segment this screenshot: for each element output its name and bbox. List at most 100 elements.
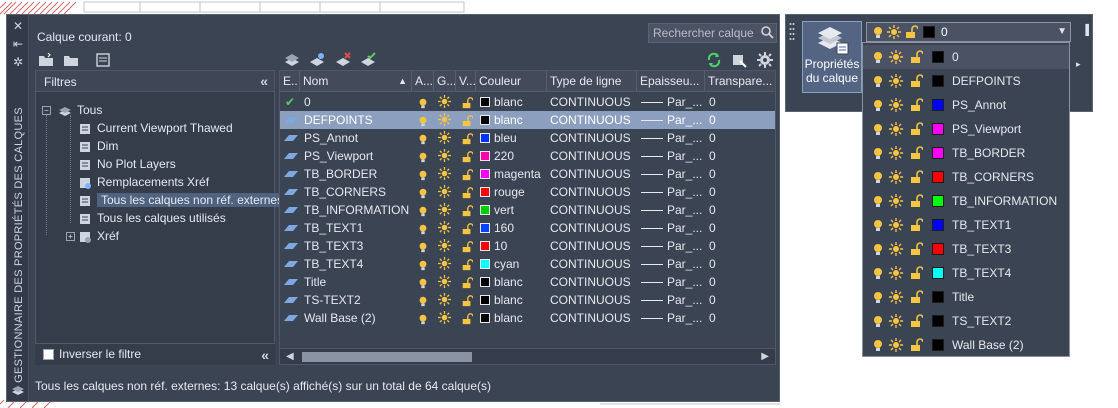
tree-item-current-viewport-thawed[interactable]: Current Viewport Thawed xyxy=(78,119,233,137)
layer-row[interactable]: ✔ 0 blanc CONTINUOUS Par_... 0 xyxy=(280,93,775,111)
layer-color[interactable]: vert xyxy=(480,201,514,219)
layer-color[interactable]: blanc xyxy=(480,291,523,309)
unlock-icon[interactable] xyxy=(909,146,923,160)
layer-color[interactable]: cyan xyxy=(480,255,519,273)
dropdown-layer-item[interactable]: TB_BORDER xyxy=(863,141,1069,165)
autohide-icon[interactable]: ⇤ xyxy=(11,37,25,51)
horizontal-scrollbar[interactable]: ◀ ▶ xyxy=(280,348,775,364)
layer-linetype[interactable]: CONTINUOUS xyxy=(550,111,631,129)
dropdown-layer-item[interactable]: TS_TEXT2 xyxy=(863,309,1069,333)
layer-linetype[interactable]: CONTINUOUS xyxy=(550,309,631,327)
layer-color[interactable]: bleu xyxy=(480,129,517,147)
tree-item-tous[interactable]: Tous xyxy=(58,101,102,119)
sun-thawed-icon[interactable] xyxy=(889,170,903,184)
tree-item-dim[interactable]: Dim xyxy=(78,137,118,155)
sun-thawed-icon[interactable] xyxy=(889,242,903,256)
layer-linetype[interactable]: CONTINUOUS xyxy=(550,201,631,219)
col-header-lock[interactable]: V... xyxy=(456,71,476,92)
layer-row[interactable]: TB_INFORMATION vert CONTINUOUS Par_... 0 xyxy=(280,201,775,219)
scroll-left-icon[interactable]: ◀ xyxy=(286,351,294,362)
bulb-on-icon[interactable] xyxy=(871,74,885,88)
dropdown-layer-item[interactable]: PS_Annot xyxy=(863,93,1069,117)
layer-name[interactable]: Wall Base (2) xyxy=(304,309,376,327)
layer-lineweight[interactable]: Par_... xyxy=(641,93,702,111)
layer-linetype[interactable]: CONTINUOUS xyxy=(550,147,631,165)
layer-states-manager-icon[interactable] xyxy=(94,51,112,69)
dropdown-layer-item[interactable]: TB_TEXT3 xyxy=(863,237,1069,261)
layer-row[interactable]: TS-TEXT2 blanc CONTINUOUS Par_... 0 xyxy=(280,291,775,309)
dropdown-layer-item[interactable]: TB_TEXT4 xyxy=(863,261,1069,285)
sun-thawed-icon[interactable] xyxy=(889,290,903,304)
unlock-icon[interactable] xyxy=(909,266,923,280)
layer-name[interactable]: TB_TEXT1 xyxy=(304,219,363,237)
layer-name[interactable]: TB_TEXT3 xyxy=(304,237,363,255)
layer-transparency[interactable]: 0 xyxy=(709,309,716,327)
search-icon[interactable] xyxy=(760,25,774,39)
tree-item-no-plot-layers[interactable]: No Plot Layers xyxy=(78,155,176,173)
bulb-on-icon[interactable] xyxy=(871,194,885,208)
scroll-right-icon[interactable]: ▶ xyxy=(761,351,769,362)
layer-color[interactable]: 220 xyxy=(480,147,514,165)
unlock-icon[interactable] xyxy=(909,122,923,136)
layer-name[interactable]: TS-TEXT2 xyxy=(304,291,361,309)
new-property-filter-icon[interactable] xyxy=(37,51,55,69)
sun-thawed-icon[interactable] xyxy=(438,311,451,329)
expander-plus[interactable]: + xyxy=(66,232,75,241)
layer-lineweight[interactable]: Par_... xyxy=(641,273,702,291)
bulb-on-icon[interactable] xyxy=(871,170,885,184)
layer-color[interactable]: 10 xyxy=(480,237,507,255)
sun-thawed-icon[interactable] xyxy=(889,218,903,232)
properties-gear-icon[interactable]: ✲ xyxy=(11,55,25,69)
layer-transparency[interactable]: 0 xyxy=(709,255,716,273)
sun-thawed-icon[interactable] xyxy=(889,98,903,112)
grip-icon[interactable] xyxy=(789,21,795,45)
layer-name[interactable]: PS_Annot xyxy=(304,129,358,147)
unlock-icon[interactable] xyxy=(909,218,923,232)
set-current-icon[interactable] xyxy=(359,51,377,69)
expander-minus[interactable]: − xyxy=(42,106,51,115)
bulb-on-icon[interactable] xyxy=(871,98,885,112)
layer-row[interactable]: PS_Viewport 220 CONTINUOUS Par_... 0 xyxy=(280,147,775,165)
settings-layers-icon[interactable] xyxy=(730,51,748,69)
layer-row[interactable]: TB_TEXT3 10 CONTINUOUS Par_... 0 xyxy=(280,237,775,255)
layer-lineweight[interactable]: Par_... xyxy=(641,165,702,183)
layer-color[interactable]: rouge xyxy=(480,183,525,201)
layer-transparency[interactable]: 0 xyxy=(709,237,716,255)
layer-transparency[interactable]: 0 xyxy=(709,291,716,309)
layer-row[interactable]: TB_BORDER magenta CONTINUOUS Par_... 0 xyxy=(280,165,775,183)
layer-name[interactable]: 0 xyxy=(304,93,311,111)
layer-color[interactable]: blanc xyxy=(480,309,523,327)
tree-item-tous-calques-utilises[interactable]: Tous les calques utilisés xyxy=(78,209,226,227)
dropdown-layer-item[interactable]: TB_INFORMATION xyxy=(863,189,1069,213)
layer-properties-button[interactable]: Propriétés du calque xyxy=(802,21,862,93)
close-icon[interactable]: ✕ xyxy=(11,19,25,33)
layer-lineweight[interactable]: Par_... xyxy=(641,309,702,327)
unlock-icon[interactable] xyxy=(909,74,923,88)
unlock-icon[interactable] xyxy=(909,338,923,352)
dropdown-layer-item[interactable]: DEFPOINTS xyxy=(863,69,1069,93)
layer-dropdown[interactable]: 0 ▼ xyxy=(866,22,1071,42)
col-header-transparency[interactable]: Transpare... xyxy=(705,71,775,92)
collapse-filters-bottom-icon[interactable]: « xyxy=(261,347,269,363)
col-header-freeze[interactable]: G... xyxy=(434,71,456,92)
gear-icon[interactable] xyxy=(756,51,774,69)
layer-row[interactable]: Title blanc CONTINUOUS Par_... 0 xyxy=(280,273,775,291)
layer-lineweight[interactable]: Par_... xyxy=(641,129,702,147)
layer-transparency[interactable]: 0 xyxy=(709,129,716,147)
bulb-on-icon[interactable] xyxy=(871,290,885,304)
sun-thawed-icon[interactable] xyxy=(889,74,903,88)
layer-linetype[interactable]: CONTINUOUS xyxy=(550,93,631,111)
unlock-icon[interactable] xyxy=(909,98,923,112)
col-header-on[interactable]: A... xyxy=(412,71,434,92)
panel-overflow-icon[interactable]: ▐ xyxy=(1082,25,1089,36)
layer-row[interactable]: DEFPOINTS blanc CONTINUOUS Par_... 0 xyxy=(280,111,775,129)
panel-expand-icon[interactable]: ▸ xyxy=(1076,59,1081,70)
new-layer-vp-frozen-icon[interactable] xyxy=(308,51,326,69)
delete-layer-icon[interactable] xyxy=(334,51,352,69)
layer-lineweight[interactable]: Par_... xyxy=(641,291,702,309)
dropdown-layer-item[interactable]: TB_TEXT1 xyxy=(863,213,1069,237)
dropdown-layer-item[interactable]: TB_CORNERS xyxy=(863,165,1069,189)
sun-thawed-icon[interactable] xyxy=(889,146,903,160)
layer-row[interactable]: TB_TEXT1 160 CONTINUOUS Par_... 0 xyxy=(280,219,775,237)
bulb-on-icon[interactable] xyxy=(871,314,885,328)
